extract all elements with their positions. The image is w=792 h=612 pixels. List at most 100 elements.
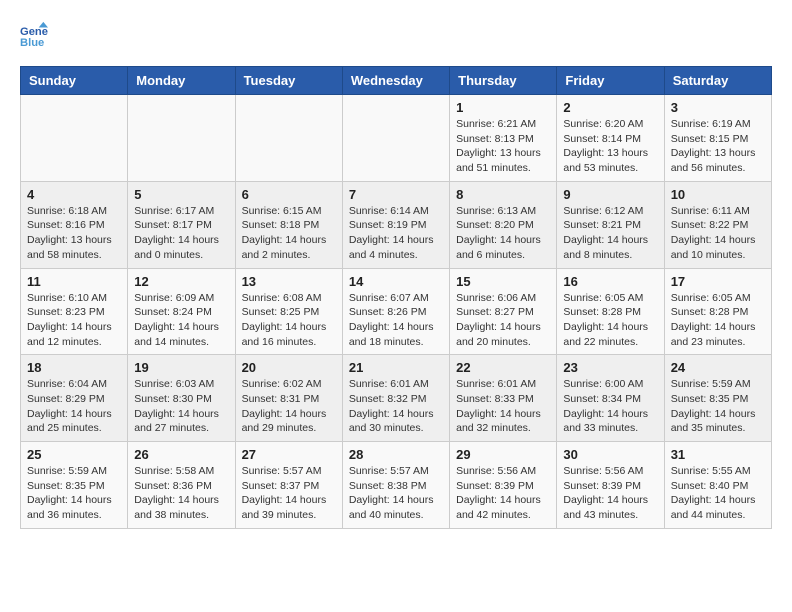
calendar-cell: 26 Sunrise: 5:58 AMSunset: 8:36 PMDayligh… [128,442,235,529]
calendar-cell: 29 Sunrise: 5:56 AMSunset: 8:39 PMDayligh… [450,442,557,529]
day-info: Sunrise: 6:18 AMSunset: 8:16 PMDaylight:… [27,204,121,263]
calendar-cell: 23 Sunrise: 6:00 AMSunset: 8:34 PMDayligh… [557,355,664,442]
calendar-cell: 21 Sunrise: 6:01 AMSunset: 8:32 PMDayligh… [342,355,449,442]
calendar-cell: 20 Sunrise: 6:02 AMSunset: 8:31 PMDayligh… [235,355,342,442]
calendar-cell: 10 Sunrise: 6:11 AMSunset: 8:22 PMDayligh… [664,181,771,268]
weekday-header-monday: Monday [128,67,235,95]
day-info: Sunrise: 6:10 AMSunset: 8:23 PMDaylight:… [27,291,121,350]
day-number: 8 [456,187,550,202]
day-info: Sunrise: 5:58 AMSunset: 8:36 PMDaylight:… [134,464,228,523]
day-number: 14 [349,274,443,289]
calendar-cell: 18 Sunrise: 6:04 AMSunset: 8:29 PMDayligh… [21,355,128,442]
calendar-cell: 27 Sunrise: 5:57 AMSunset: 8:37 PMDayligh… [235,442,342,529]
calendar-cell: 13 Sunrise: 6:08 AMSunset: 8:25 PMDayligh… [235,268,342,355]
day-number: 22 [456,360,550,375]
day-number: 2 [563,100,657,115]
day-info: Sunrise: 6:01 AMSunset: 8:33 PMDaylight:… [456,377,550,436]
day-number: 10 [671,187,765,202]
day-number: 29 [456,447,550,462]
day-number: 18 [27,360,121,375]
day-number: 26 [134,447,228,462]
day-info: Sunrise: 6:09 AMSunset: 8:24 PMDaylight:… [134,291,228,350]
day-info: Sunrise: 5:59 AMSunset: 8:35 PMDaylight:… [27,464,121,523]
day-number: 13 [242,274,336,289]
day-info: Sunrise: 6:17 AMSunset: 8:17 PMDaylight:… [134,204,228,263]
day-info: Sunrise: 6:04 AMSunset: 8:29 PMDaylight:… [27,377,121,436]
day-number: 30 [563,447,657,462]
weekday-header-tuesday: Tuesday [235,67,342,95]
day-info: Sunrise: 6:19 AMSunset: 8:15 PMDaylight:… [671,117,765,176]
weekday-header-sunday: Sunday [21,67,128,95]
calendar-cell: 14 Sunrise: 6:07 AMSunset: 8:26 PMDayligh… [342,268,449,355]
calendar-cell: 28 Sunrise: 5:57 AMSunset: 8:38 PMDayligh… [342,442,449,529]
day-info: Sunrise: 6:11 AMSunset: 8:22 PMDaylight:… [671,204,765,263]
weekday-header-friday: Friday [557,67,664,95]
calendar-cell: 8 Sunrise: 6:13 AMSunset: 8:20 PMDaylight… [450,181,557,268]
day-info: Sunrise: 5:59 AMSunset: 8:35 PMDaylight:… [671,377,765,436]
day-info: Sunrise: 6:08 AMSunset: 8:25 PMDaylight:… [242,291,336,350]
day-info: Sunrise: 6:03 AMSunset: 8:30 PMDaylight:… [134,377,228,436]
calendar-cell: 15Sunrise: 6:06 AMSunset: 8:27 PMDayligh… [450,268,557,355]
calendar-cell [342,95,449,182]
calendar-cell [21,95,128,182]
day-info: Sunrise: 6:00 AMSunset: 8:34 PMDaylight:… [563,377,657,436]
day-info: Sunrise: 6:15 AMSunset: 8:18 PMDaylight:… [242,204,336,263]
day-number: 1 [456,100,550,115]
calendar-cell: 2 Sunrise: 6:20 AMSunset: 8:14 PMDaylight… [557,95,664,182]
calendar-cell: 17Sunrise: 6:05 AMSunset: 8:28 PMDayligh… [664,268,771,355]
day-number: 23 [563,360,657,375]
day-number: 27 [242,447,336,462]
day-info: Sunrise: 6:14 AMSunset: 8:19 PMDaylight:… [349,204,443,263]
day-number: 11 [27,274,121,289]
day-info: Sunrise: 6:05 AMSunset: 8:28 PMDaylight:… [563,291,657,350]
calendar-cell: 24 Sunrise: 5:59 AMSunset: 8:35 PMDayligh… [664,355,771,442]
logo: General Blue [20,20,52,48]
day-number: 4 [27,187,121,202]
calendar-cell [235,95,342,182]
day-number: 25 [27,447,121,462]
calendar-cell: 11 Sunrise: 6:10 AMSunset: 8:23 PMDayligh… [21,268,128,355]
weekday-header-saturday: Saturday [664,67,771,95]
day-number: 28 [349,447,443,462]
calendar-cell: 16Sunrise: 6:05 AMSunset: 8:28 PMDayligh… [557,268,664,355]
day-info: Sunrise: 6:01 AMSunset: 8:32 PMDaylight:… [349,377,443,436]
day-number: 15 [456,274,550,289]
calendar-cell: 6 Sunrise: 6:15 AMSunset: 8:18 PMDaylight… [235,181,342,268]
calendar-cell: 9 Sunrise: 6:12 AMSunset: 8:21 PMDaylight… [557,181,664,268]
day-info: Sunrise: 6:20 AMSunset: 8:14 PMDaylight:… [563,117,657,176]
calendar-cell: 12Sunrise: 6:09 AMSunset: 8:24 PMDayligh… [128,268,235,355]
day-number: 31 [671,447,765,462]
day-info: Sunrise: 5:56 AMSunset: 8:39 PMDaylight:… [456,464,550,523]
calendar-cell: 3 Sunrise: 6:19 AMSunset: 8:15 PMDaylight… [664,95,771,182]
calendar-cell: 22 Sunrise: 6:01 AMSunset: 8:33 PMDayligh… [450,355,557,442]
day-number: 21 [349,360,443,375]
day-number: 24 [671,360,765,375]
day-info: Sunrise: 5:57 AMSunset: 8:37 PMDaylight:… [242,464,336,523]
day-info: Sunrise: 6:21 AMSunset: 8:13 PMDaylight:… [456,117,550,176]
day-info: Sunrise: 5:55 AMSunset: 8:40 PMDaylight:… [671,464,765,523]
calendar-cell: 4 Sunrise: 6:18 AMSunset: 8:16 PMDaylight… [21,181,128,268]
day-number: 5 [134,187,228,202]
day-number: 9 [563,187,657,202]
day-number: 3 [671,100,765,115]
day-info: Sunrise: 5:56 AMSunset: 8:39 PMDaylight:… [563,464,657,523]
day-number: 6 [242,187,336,202]
weekday-header-thursday: Thursday [450,67,557,95]
day-info: Sunrise: 6:13 AMSunset: 8:20 PMDaylight:… [456,204,550,263]
day-number: 19 [134,360,228,375]
day-info: Sunrise: 6:07 AMSunset: 8:26 PMDaylight:… [349,291,443,350]
calendar-cell: 31 Sunrise: 5:55 AMSunset: 8:40 PMDayligh… [664,442,771,529]
day-info: Sunrise: 5:57 AMSunset: 8:38 PMDaylight:… [349,464,443,523]
calendar-cell: 30 Sunrise: 5:56 AMSunset: 8:39 PMDayligh… [557,442,664,529]
calendar-cell: 1 Sunrise: 6:21 AMSunset: 8:13 PMDaylight… [450,95,557,182]
svg-text:Blue: Blue [20,37,44,48]
weekday-header-wednesday: Wednesday [342,67,449,95]
calendar-cell: 5 Sunrise: 6:17 AMSunset: 8:17 PMDaylight… [128,181,235,268]
day-info: Sunrise: 6:02 AMSunset: 8:31 PMDaylight:… [242,377,336,436]
day-number: 7 [349,187,443,202]
day-info: Sunrise: 6:12 AMSunset: 8:21 PMDaylight:… [563,204,657,263]
calendar-cell [128,95,235,182]
calendar-cell: 25 Sunrise: 5:59 AMSunset: 8:35 PMDayligh… [21,442,128,529]
day-number: 20 [242,360,336,375]
svg-text:General: General [20,26,48,38]
